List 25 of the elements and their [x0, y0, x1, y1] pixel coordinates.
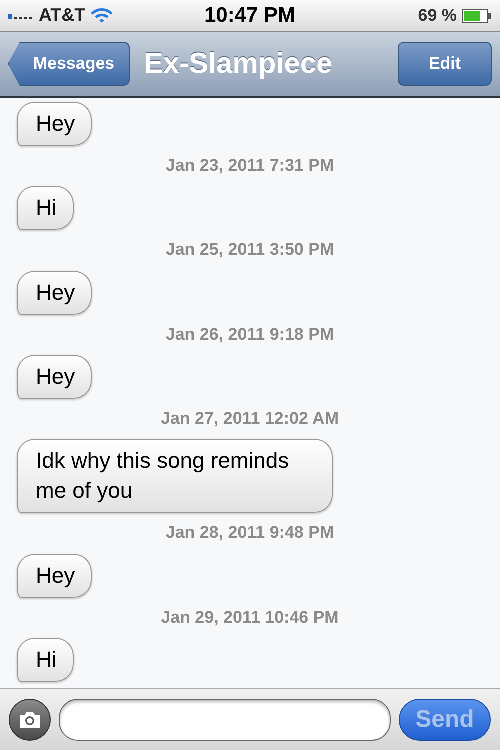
edit-button[interactable]: Edit	[398, 42, 492, 86]
message-bubble: Hi	[17, 638, 74, 682]
message-bubble: Hey	[17, 354, 92, 399]
message-bubble: Hey	[17, 554, 92, 598]
message-timestamp: Jan 29, 2011 10:46 PM	[161, 608, 339, 628]
battery-percent: 69 %	[418, 6, 457, 26]
message-timestamp: Jan 28, 2011 9:48 PM	[166, 523, 334, 544]
message-input-field[interactable]	[59, 698, 391, 740]
battery-icon	[462, 8, 492, 22]
message-bubble: Hey	[17, 102, 92, 146]
message-bubble: Hi	[17, 186, 74, 230]
back-button[interactable]: Messages	[8, 42, 130, 86]
conversation-title: Ex-Slampiece	[144, 48, 334, 80]
wifi-icon	[90, 8, 113, 24]
camera-button[interactable]	[9, 698, 51, 740]
camera-icon	[18, 710, 42, 728]
message-timestamp: Jan 23, 2011 7:31 PM	[166, 156, 334, 176]
message-bubble: Idk why this song reminds me of you	[17, 439, 333, 514]
signal-icon	[8, 12, 34, 18]
carrier-name: AT&T	[39, 5, 86, 26]
message-bubble: Hey	[17, 270, 92, 315]
message-timestamp: Jan 25, 2011 3:50 PM	[166, 240, 334, 260]
clock-time: 10:47 PM	[204, 4, 296, 28]
message-timestamp: Jan 26, 2011 9:18 PM	[166, 324, 334, 345]
message-timestamp: Jan 27, 2011 12:02 AM	[161, 409, 339, 430]
